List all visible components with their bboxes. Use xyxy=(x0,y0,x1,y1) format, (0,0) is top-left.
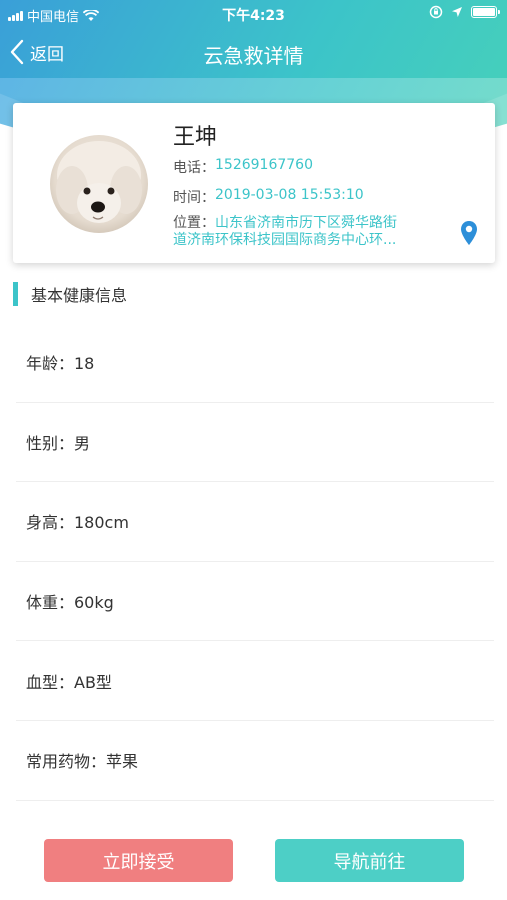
location-pin-icon[interactable] xyxy=(460,220,478,246)
time-label: 时间： xyxy=(173,190,215,206)
navigation-bar: 返回 云急救详情 xyxy=(0,28,507,76)
phone-row: 电话： 15269167760 xyxy=(173,157,313,177)
address-label: 位置： xyxy=(173,215,215,231)
battery-icon xyxy=(471,6,500,18)
rotation-lock-icon xyxy=(429,5,443,19)
status-bar: 中国电信 下午4:23 xyxy=(0,0,507,28)
time-value: 2019-03-08 15:53:10 xyxy=(215,187,364,203)
health-item-height: 身高：180cm xyxy=(16,482,494,562)
address-row: 位置： 山东省济南市历下区舜华路街 xyxy=(173,215,441,232)
section-accent-bar xyxy=(13,282,18,306)
health-item-medication: 常用药物：苹果 xyxy=(16,721,494,801)
avatar xyxy=(50,135,148,233)
address-row-2: 道济南环保科技园国际商务中心环... xyxy=(173,232,396,249)
phone-value[interactable]: 15269167760 xyxy=(215,157,313,177)
section-title: 基本健康信息 xyxy=(31,286,128,305)
health-item-gender: 性别：男 xyxy=(16,403,494,483)
page-title: 云急救详情 xyxy=(203,44,304,68)
health-item-age: 年龄：18 xyxy=(16,323,494,403)
address-line-2: 道济南环保科技园国际商务中心环... xyxy=(173,232,397,248)
phone-label: 电话： xyxy=(173,160,215,176)
patient-name: 王坤 xyxy=(173,125,218,150)
health-item-weight: 体重：60kg xyxy=(16,562,494,642)
accept-button[interactable]: 立即接受 xyxy=(44,839,233,882)
health-info-list: 年龄：18 性别：男 身高：180cm 体重：60kg 血型：AB型 常用药物：… xyxy=(16,323,494,801)
time-row: 时间： 2019-03-08 15:53:10 xyxy=(173,187,364,207)
navigate-button[interactable]: 导航前往 xyxy=(275,839,464,882)
health-item-blood-type: 血型：AB型 xyxy=(16,641,494,721)
address-line-1: 山东省济南市历下区舜华路街 xyxy=(215,215,397,231)
location-arrow-icon xyxy=(452,7,462,17)
patient-card: 王坤 电话： 15269167760 时间： 2019-03-08 15:53:… xyxy=(13,103,495,263)
section-header: 基本健康信息 xyxy=(13,282,127,306)
